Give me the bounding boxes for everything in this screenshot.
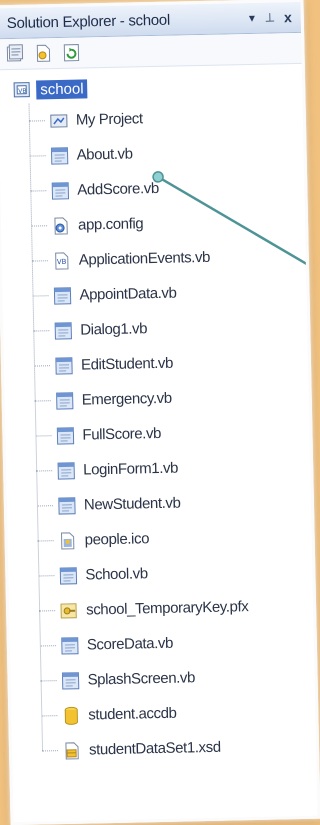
tree-item[interactable]: LoginForm1.vb — [36, 448, 311, 489]
tree-item[interactable]: school_TemporaryKey.pfx — [39, 588, 314, 629]
close-icon[interactable]: x — [281, 9, 295, 25]
form-icon — [55, 390, 75, 410]
tree-connector — [38, 540, 54, 541]
tree-item[interactable]: app.config — [31, 203, 306, 244]
form-icon — [52, 285, 72, 305]
tree-connector — [35, 435, 51, 436]
tree-item-label: people.ico — [84, 530, 149, 548]
tree-item[interactable]: Dialog1.vb — [33, 308, 308, 349]
svg-text:VB: VB — [57, 257, 67, 265]
form-icon — [60, 670, 80, 690]
dataset-icon — [62, 740, 82, 760]
root-label: school — [36, 79, 88, 99]
tree-item[interactable]: people.ico — [37, 518, 312, 559]
tree-connector — [41, 715, 57, 716]
tree-item[interactable]: My Project — [29, 98, 304, 139]
tree-item-label: app.config — [78, 215, 144, 233]
show-all-files-button[interactable] — [33, 43, 53, 63]
form-icon — [56, 460, 76, 480]
tree-connector — [31, 225, 47, 226]
properties-icon — [5, 44, 25, 64]
database-icon — [61, 705, 81, 725]
tree-item[interactable]: Emergency.vb — [34, 378, 309, 419]
tree-item[interactable]: ScoreData.vb — [40, 623, 315, 664]
tree-item-label: school_TemporaryKey.pfx — [86, 598, 249, 618]
form-icon — [53, 320, 73, 340]
tree-item[interactable]: studentDataSet1.xsd — [42, 728, 317, 769]
form-icon — [49, 145, 69, 165]
tree-item-label: EditStudent.vb — [81, 355, 173, 374]
tree-item-label: ScoreData.vb — [87, 635, 173, 654]
tree-item[interactable]: AddScore.vb — [30, 168, 305, 209]
tree-item-label: FullScore.vb — [82, 425, 161, 444]
config-icon — [51, 215, 71, 235]
tree-item[interactable]: About.vb — [29, 133, 304, 174]
tree-item[interactable]: FullScore.vb — [35, 413, 310, 454]
tree-connector — [35, 400, 51, 401]
tree-item[interactable]: NewStudent.vb — [37, 483, 312, 524]
tree-connector — [42, 750, 58, 751]
refresh-icon — [61, 43, 81, 63]
tree-item[interactable]: VB ApplicationEvents.vb — [31, 238, 306, 279]
tree-item[interactable]: student.accdb — [41, 693, 316, 734]
auto-hide-pin-icon[interactable]: ⊥ — [263, 9, 277, 25]
ico-file-icon — [57, 530, 77, 550]
tree-item[interactable]: School.vb — [38, 553, 313, 594]
tree-item-label: studentDataSet1.xsd — [89, 739, 221, 759]
tree-item-label: LoginForm1.vb — [83, 460, 178, 479]
tree-item[interactable]: EditStudent.vb — [34, 343, 309, 384]
vb-code-icon: VB — [52, 250, 72, 270]
tree-item-label: ApplicationEvents.vb — [79, 249, 211, 269]
form-icon — [54, 355, 74, 375]
panel-title: Solution Explorer - school — [7, 10, 241, 32]
svg-text:VB: VB — [18, 88, 26, 95]
tree-connector — [33, 295, 49, 296]
tree-item-label: NewStudent.vb — [84, 495, 181, 514]
tree-items: My Project About.vb AddScore.vb app.config V… — [29, 98, 317, 769]
form-icon — [50, 180, 70, 200]
refresh-button[interactable] — [61, 43, 81, 63]
solution-explorer-panel: Solution Explorer - school ▾ ⊥ x — [0, 0, 320, 825]
form-icon — [57, 495, 77, 515]
tree-connector — [30, 190, 46, 191]
tree-connector — [38, 575, 54, 576]
tree-item-label: My Project — [76, 110, 143, 128]
tree-item-label: About.vb — [76, 145, 132, 163]
tree-item[interactable]: AppointData.vb — [32, 273, 307, 314]
tree-connector — [40, 645, 56, 646]
my-project-icon — [49, 110, 69, 130]
tree-item-label: SplashScreen.vb — [87, 669, 195, 688]
key-file-icon — [59, 600, 79, 620]
solution-tree: VB school My Project About.vb AddScore.vb a… — [0, 64, 316, 769]
tree-connector — [39, 610, 55, 611]
tree-item-label: AppointData.vb — [79, 285, 176, 304]
tree-item-label: student.accdb — [88, 705, 177, 724]
form-icon — [60, 635, 80, 655]
show-all-files-icon — [33, 43, 53, 63]
tree-item-label: School.vb — [85, 565, 148, 583]
properties-button[interactable] — [5, 44, 25, 64]
tree-item[interactable]: SplashScreen.vb — [40, 658, 315, 699]
tree-connector — [37, 505, 53, 506]
tree-connector — [33, 330, 49, 331]
window-position-dropdown-icon[interactable]: ▾ — [245, 10, 259, 26]
tree-item-label: Emergency.vb — [82, 390, 172, 409]
tree-connector — [29, 120, 45, 121]
tree-connector — [36, 470, 52, 471]
tree-item-label: AddScore.vb — [77, 180, 159, 199]
tree-item-label: Dialog1.vb — [80, 320, 147, 338]
tree-connector — [41, 680, 57, 681]
tree-connector — [30, 155, 46, 156]
vb-project-icon: VB — [12, 80, 32, 100]
form-icon — [58, 565, 78, 585]
tree-connector — [34, 365, 50, 366]
tree-connector — [32, 260, 48, 261]
form-icon — [55, 425, 75, 445]
